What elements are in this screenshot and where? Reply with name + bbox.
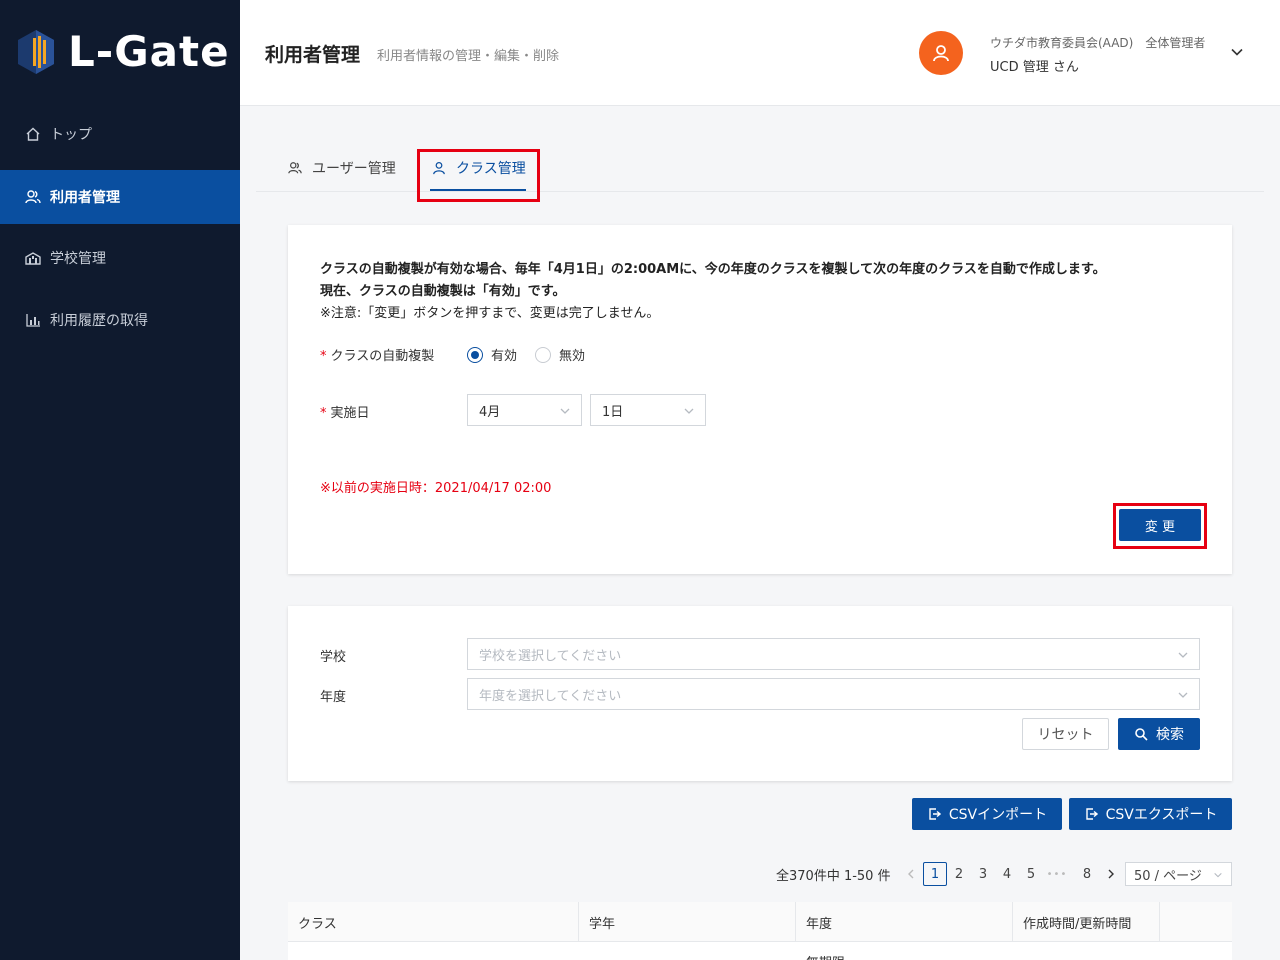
avatar[interactable] [919, 31, 963, 75]
top-header: 利用者管理 利用者情報の管理・編集・削除 ウチダ市教育委員会(AAD) 全体管理… [240, 0, 1280, 106]
month-select[interactable]: 4月 [467, 394, 582, 426]
radio-circle[interactable] [467, 346, 483, 363]
chevron-down-icon [1177, 689, 1189, 705]
school-select[interactable]: 学校を選択してください [467, 638, 1200, 670]
school-icon [24, 249, 42, 267]
status-text: 現在、クラスの自動複製は「有効」です。 [320, 284, 566, 299]
tab-bar: ユーザー管理 クラス管理 [256, 140, 1264, 192]
search-button[interactable]: 検索 [1118, 718, 1200, 750]
page-8-button[interactable]: 8 [1075, 862, 1099, 886]
page-5-button[interactable]: 5 [1019, 862, 1043, 886]
button-label: 検索 [1156, 727, 1184, 743]
chevron-right-icon [1108, 869, 1114, 879]
prev-page-button[interactable] [899, 862, 923, 886]
auto-copy-card: クラスの自動複製が有効な場合、毎年「4月1日」の2:00AMに、今の年度のクラス… [288, 225, 1232, 574]
select-placeholder: 学校を選択してください [479, 648, 622, 664]
sidebar-item-users[interactable]: 利用者管理 [0, 170, 240, 224]
school-label: 学校 [320, 650, 347, 665]
next-page-button[interactable] [1099, 862, 1123, 886]
button-label: CSVインポート [948, 807, 1048, 823]
import-icon [927, 807, 941, 821]
chevron-down-icon [1231, 48, 1243, 56]
radio-enabled[interactable]: 有効 [467, 345, 517, 364]
year-label: 年度 [320, 690, 347, 705]
page-size-select[interactable]: 50 / ページ [1125, 862, 1232, 886]
previous-run-text: ※以前の実施日時：2021/04/17 02:00 [320, 481, 552, 496]
sidebar-item-top[interactable]: トップ [0, 107, 240, 161]
user-icon [933, 45, 949, 62]
select-value: 4月 [479, 404, 501, 420]
brand-name: L-Gate [68, 27, 230, 76]
chevron-down-icon [1213, 869, 1223, 884]
users-icon [288, 161, 302, 175]
tab-label: ユーザー管理 [312, 161, 396, 177]
highlight-box-change-button [1113, 503, 1207, 549]
tab-user-management[interactable]: ユーザー管理 [288, 158, 396, 178]
select-value: 1日 [602, 404, 624, 420]
column-header-year[interactable]: 年度 [796, 902, 1013, 942]
chevron-left-icon [908, 869, 914, 879]
page-1-button[interactable]: 1 [923, 862, 947, 886]
note-text: ※注意:「変更」ボタンを押すまで、変更は完了しません。 [320, 306, 660, 321]
radio-disabled[interactable]: 無効 [535, 345, 585, 364]
select-placeholder: 年度を選択してください [479, 688, 622, 704]
column-header-grade[interactable]: 学年 [579, 902, 796, 942]
label-text: 実施日 [330, 406, 370, 421]
logo-mark-icon [18, 30, 54, 74]
chevron-down-icon [1177, 649, 1189, 665]
required-mark: * [320, 406, 327, 421]
chevron-down-icon [683, 405, 695, 421]
sidebar-item-label: 学校管理 [50, 251, 106, 267]
page-ellipsis[interactable]: ••• [1045, 862, 1069, 886]
day-select[interactable]: 1日 [590, 394, 706, 426]
page-subtitle: 利用者情報の管理・編集・削除 [377, 49, 560, 64]
year-select[interactable]: 年度を選択してください [467, 678, 1200, 710]
button-label: CSVエクスポート [1105, 807, 1218, 823]
select-value: 50 / ページ [1134, 868, 1202, 884]
highlight-box-tab [417, 149, 540, 202]
sidebar-item-label: トップ [50, 127, 92, 143]
sidebar-item-schools[interactable]: 学校管理 [0, 231, 240, 285]
page-3-button[interactable]: 3 [971, 862, 995, 886]
user-menu-toggle[interactable] [1230, 44, 1244, 63]
csv-export-button[interactable]: CSVエクスポート [1069, 798, 1232, 830]
reset-button[interactable]: リセット [1022, 718, 1109, 750]
radio-circle[interactable] [535, 346, 551, 363]
sidebar-item-usage-history[interactable]: 利用履歴の取得 [0, 293, 240, 347]
table-cell-year: 無期限 [806, 952, 845, 960]
info-text: クラスの自動複製が有効な場合、毎年「4月1日」の2:00AMに、今の年度のクラス… [320, 262, 1106, 277]
radio-label: 有効 [491, 349, 518, 364]
radio-label: 無効 [559, 349, 586, 364]
sidebar: L-Gate トップ 利用者管理 学校管理 利用履歴の取得 [0, 0, 240, 960]
brand-logo[interactable]: L-Gate [16, 26, 230, 78]
sidebar-item-label: 利用履歴の取得 [50, 313, 148, 329]
required-mark: * [320, 349, 327, 364]
table-header-row: クラス 学年 年度 作成時間/更新時間 [288, 902, 1232, 942]
search-icon [1134, 727, 1148, 741]
class-table: クラス 学年 年度 作成時間/更新時間 無期限 [288, 902, 1232, 960]
csv-import-button[interactable]: CSVインポート [912, 798, 1062, 830]
auto-copy-label: * クラスの自動複製 [320, 345, 434, 364]
column-header-updated[interactable]: 作成時間/更新時間 [1013, 902, 1160, 942]
pagination-summary: 全370件中 1-50 件 [776, 868, 891, 884]
column-header-class[interactable]: クラス [288, 902, 579, 942]
search-card: 学校 学校を選択してください 年度 年度を選択してください リセット 検索 [288, 606, 1232, 781]
export-icon [1084, 807, 1098, 821]
date-label: * 実施日 [320, 402, 370, 421]
bar-chart-icon [24, 311, 42, 329]
sidebar-item-label: 利用者管理 [50, 190, 120, 206]
page-4-button[interactable]: 4 [995, 862, 1019, 886]
users-icon [24, 188, 42, 206]
page-2-button[interactable]: 2 [947, 862, 971, 886]
chevron-down-icon [559, 405, 571, 421]
page-title: 利用者管理 [265, 44, 361, 66]
user-name: UCD 管理 さん [990, 60, 1079, 75]
label-text: クラスの自動複製 [330, 349, 435, 364]
home-icon [24, 125, 42, 143]
user-organization: ウチダ市教育委員会(AAD) 全体管理者 [990, 36, 1206, 50]
